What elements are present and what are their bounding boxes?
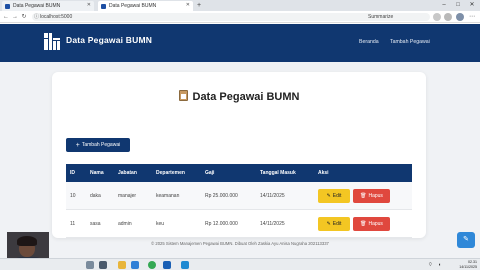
add-employee-button[interactable]: + Tambah Pegawai: [66, 138, 130, 152]
browser-tab-bar: Data Pegawai BUMN ✕ Data Pegawai BUMN ✕ …: [0, 0, 480, 11]
address-bar: ← → ↻ ⓘ localhost:5000 Summarize ⋯: [0, 11, 480, 23]
brand-title[interactable]: Data Pegawai BUMN: [66, 35, 152, 45]
wifi-icon[interactable]: ⌔: [428, 262, 433, 268]
app-navbar: Data Pegawai BUMN Beranda Tambah Pegawai: [0, 24, 480, 62]
back-icon[interactable]: ←: [2, 12, 10, 22]
trash-icon: 🗑: [360, 221, 367, 227]
new-tab-button[interactable]: +: [197, 1, 201, 10]
header-gaji: Gaji: [205, 170, 215, 176]
edge-browser-icon[interactable]: [131, 261, 139, 269]
plus-icon: +: [75, 142, 80, 149]
cell-tanggal: 14/11/2025: [260, 193, 285, 199]
nav-link-beranda[interactable]: Beranda: [359, 39, 379, 45]
header-jabatan: Jabatan: [118, 170, 137, 176]
vscode-icon[interactable]: [181, 261, 189, 269]
tab-label: Data Pegawai BUMN: [109, 3, 157, 9]
table-row: 10 daka manajer keamanan Rp 25.000.000 1…: [66, 182, 412, 210]
trash-icon: 🗑: [360, 193, 367, 199]
cell-id: 11: [70, 221, 76, 227]
os-taskbar: ⌔ ◖ 02.31 14/11/2025: [0, 258, 480, 270]
info-icon: ⓘ: [34, 14, 40, 20]
delete-button[interactable]: 🗑 Hapus: [353, 217, 390, 231]
reload-icon[interactable]: ↻: [20, 12, 28, 22]
extension-icon[interactable]: [433, 13, 441, 21]
file-explorer-icon[interactable]: [118, 261, 126, 269]
favicon-icon: [101, 3, 106, 9]
clipboard-icon: [178, 90, 188, 101]
edit-button[interactable]: ✎ Edit: [318, 189, 350, 203]
page-title-text: Data Pegawai BUMN: [192, 91, 300, 103]
more-menu-icon[interactable]: ⋯: [468, 12, 476, 22]
close-tab-icon[interactable]: ✕: [186, 2, 190, 8]
header-id: ID: [70, 170, 75, 176]
cell-jabatan: admin: [118, 221, 132, 227]
cell-gaji: Rp 25.000.000: [205, 193, 238, 199]
cell-tanggal: 14/11/2025: [260, 221, 285, 227]
nav-link-tambah-pegawai[interactable]: Tambah Pegawai: [390, 39, 430, 45]
page-content: Data Pegawai BUMN Beranda Tambah Pegawai…: [0, 24, 480, 258]
edit-label: Edit: [332, 221, 342, 227]
page-title: Data Pegawai BUMN: [52, 90, 426, 103]
close-window-button[interactable]: ✕: [466, 0, 478, 11]
taskbar-taskview-icon[interactable]: [99, 261, 107, 269]
favorites-icon[interactable]: [444, 13, 452, 21]
chrome-icon[interactable]: [148, 261, 156, 269]
taskbar-clock[interactable]: 02.31 14/11/2025: [459, 260, 477, 269]
cell-gaji: Rp 12.000.000: [205, 221, 238, 227]
delete-label: Hapus: [368, 221, 383, 227]
header-aksi: Aksi: [318, 170, 329, 176]
delete-label: Hapus: [368, 193, 383, 199]
cell-id: 10: [70, 193, 76, 199]
cell-nama: daka: [90, 193, 101, 199]
clock-date: 14/11/2025: [459, 264, 477, 269]
cell-departemen: keamanan: [156, 193, 180, 199]
employee-card: Data Pegawai BUMN + Tambah Pegawai ID Nam…: [52, 72, 426, 238]
maximize-button[interactable]: □: [452, 0, 464, 11]
browser-tab-2[interactable]: Data Pegawai BUMN ✕: [98, 1, 193, 11]
taskbar-search-icon[interactable]: [86, 261, 94, 269]
browser-tab-1[interactable]: Data Pegawai BUMN ✕: [2, 1, 94, 11]
pencil-icon: ✎: [326, 193, 331, 199]
header-tanggal-masuk: Tanggal Masuk: [260, 170, 296, 176]
add-employee-label: Tambah Pegawai: [81, 142, 121, 148]
page-footer: © 2025 Sistem Manajemen Pegawai BUMN. Di…: [151, 241, 329, 246]
header-nama: Nama: [90, 170, 104, 176]
edit-button[interactable]: ✎ Edit: [318, 217, 350, 231]
table-header: ID Nama Jabatan Departemen Gaji Tanggal …: [66, 164, 412, 182]
summarize-button[interactable]: Summarize: [368, 13, 393, 21]
delete-button[interactable]: 🗑 Hapus: [353, 189, 390, 203]
close-tab-icon[interactable]: ✕: [87, 2, 91, 8]
tab-label: Data Pegawai BUMN: [13, 3, 61, 9]
volume-icon[interactable]: ◖: [438, 262, 441, 268]
cell-nama: sasa: [90, 221, 101, 227]
person-hair: [17, 236, 37, 246]
minimize-button[interactable]: –: [438, 0, 450, 11]
table-row: 11 sasa admin keu Rp 12.000.000 14/11/20…: [66, 210, 412, 238]
pencil-icon: ✎: [326, 221, 331, 227]
cell-departemen: keu: [156, 221, 165, 227]
header-departemen: Departemen: [156, 170, 185, 176]
favicon-icon: [5, 3, 10, 9]
profile-avatar-icon[interactable]: [456, 13, 464, 21]
edit-label: Edit: [332, 193, 342, 199]
cell-jabatan: manajer: [118, 193, 137, 199]
bumn-logo: [44, 33, 60, 50]
url-text: localhost:5000: [40, 14, 73, 20]
forward-icon[interactable]: →: [11, 12, 19, 22]
store-icon[interactable]: [163, 261, 171, 269]
floating-action-icon[interactable]: ✎: [457, 232, 475, 248]
